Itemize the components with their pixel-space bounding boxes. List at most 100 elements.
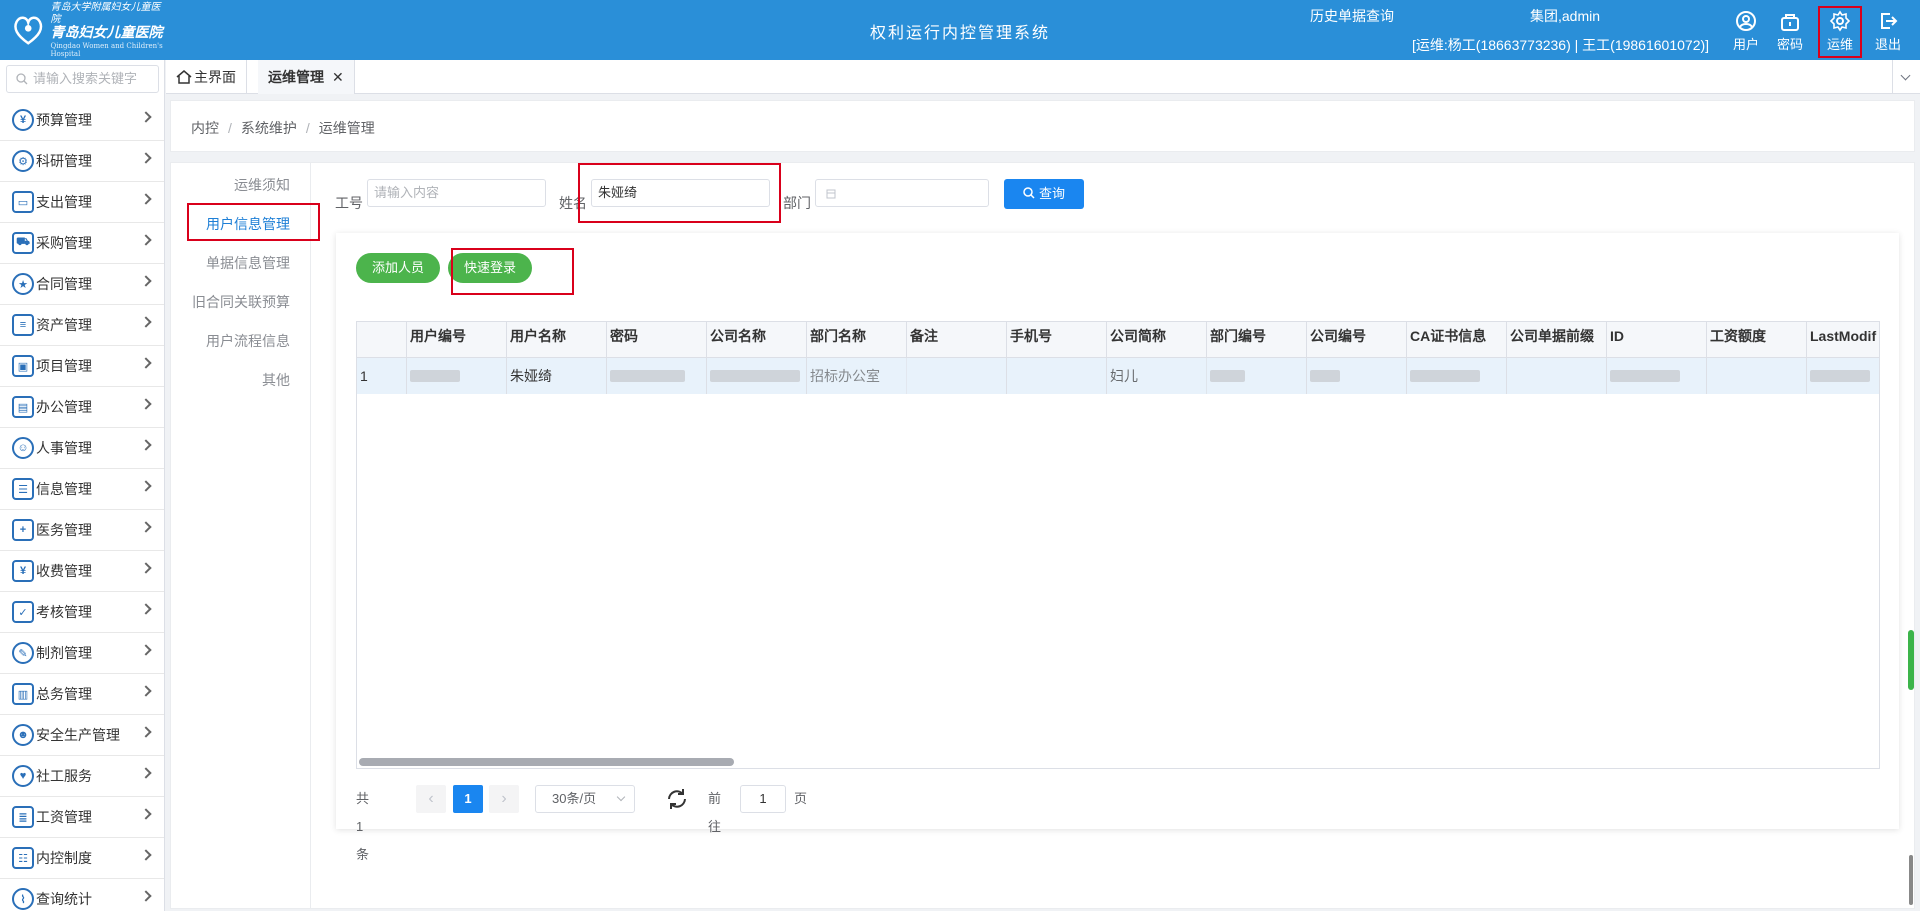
page-scrollbar[interactable] <box>1909 855 1913 905</box>
prev-page-button[interactable]: ‹ <box>416 785 446 813</box>
tabs-dropdown[interactable] <box>1892 60 1920 94</box>
close-icon[interactable]: ✕ <box>332 69 344 85</box>
column-header-index <box>357 322 407 358</box>
query-button-label: 查询 <box>1038 186 1065 201</box>
subnav-document-info[interactable]: 单据信息管理 <box>206 253 290 273</box>
page-suffix: 页 <box>794 791 808 806</box>
column-header[interactable]: 工资额度 <box>1707 322 1807 358</box>
sidebar-item-project[interactable]: ▣ 项目管理 <box>0 346 164 387</box>
quick-login-button[interactable]: 快速登录 <box>448 253 533 283</box>
subnav-old-contract-budget[interactable]: 旧合同关联预算 <box>192 292 290 312</box>
sidebar-item-label: 医务管理 <box>36 522 92 538</box>
sidebar-item-label: 预算管理 <box>36 112 92 128</box>
subnav-user-info[interactable]: 用户信息管理 <box>206 214 290 234</box>
column-header[interactable]: 公司简称 <box>1107 322 1207 358</box>
column-header[interactable]: 部门编号 <box>1207 322 1307 358</box>
column-header[interactable]: ID <box>1607 322 1707 358</box>
logo-line3: Qingdao Women and Children's Hospital <box>50 41 163 58</box>
dept-select[interactable] <box>815 179 989 207</box>
chevron-right-icon <box>140 521 152 533</box>
column-header[interactable]: 公司编号 <box>1307 322 1407 358</box>
sidebar-item-statistics[interactable]: ⌇ 查询统计 <box>0 879 164 911</box>
job-no-input[interactable]: 请输入内容 <box>367 179 546 207</box>
next-page-button[interactable]: › <box>489 785 519 813</box>
page-number[interactable]: 1 <box>453 785 483 813</box>
chevron-right-icon <box>140 316 152 328</box>
gear-icon <box>1829 10 1851 32</box>
breadcrumb-item[interactable]: 系统维护 <box>241 120 297 136</box>
sidebar-item-salary[interactable]: ≣ 工资管理 <box>0 797 164 838</box>
sidebar-item-purchase[interactable]: ⛟ 采购管理 <box>0 223 164 264</box>
yen-icon: ¥ <box>12 560 34 582</box>
sidebar-item-medical[interactable]: + 医务管理 <box>0 510 164 551</box>
chevron-right-icon <box>140 439 152 451</box>
sidebar-item-info[interactable]: ☰ 信息管理 <box>0 469 164 510</box>
rules-icon: ☷ <box>12 847 34 869</box>
sidebar-item-social-work[interactable]: ♥ 社工服务 <box>0 756 164 797</box>
cart-icon: ⛟ <box>12 232 34 254</box>
sidebar-item-internal-rules[interactable]: ☷ 内控制度 <box>0 838 164 879</box>
tab-ops-management[interactable]: 运维管理 ✕ <box>258 60 355 94</box>
sidebar-item-contract[interactable]: ★ 合同管理 <box>0 264 164 305</box>
cell-company-short: 妇儿 <box>1107 358 1207 394</box>
sidebar-item-office[interactable]: ▤ 办公管理 <box>0 387 164 428</box>
sidebar-item-label: 支出管理 <box>36 194 92 210</box>
column-header[interactable]: 用户编号 <box>407 322 507 358</box>
sidebar-menu: ¥ 预算管理 ⚙ 科研管理 ▭ 支出管理 ⛟ 采购管理 ★ 合同管理 ≡ 资产管理 ▣ 项目管… <box>0 100 164 911</box>
cell-last-modified <box>1807 358 1879 394</box>
dept-label: 部门 <box>783 195 811 211</box>
subnav-ops-notice[interactable]: 运维须知 <box>234 175 290 195</box>
column-header[interactable]: 密码 <box>607 322 707 358</box>
password-button[interactable]: 密码 <box>1768 8 1812 54</box>
column-header[interactable]: 公司单据前缀 <box>1507 322 1607 358</box>
refresh-icon[interactable] <box>664 786 690 812</box>
column-header[interactable]: 手机号 <box>1007 322 1107 358</box>
history-query-link[interactable]: 历史单据查询 <box>1310 6 1394 26</box>
add-user-button[interactable]: 添加人员 <box>356 253 441 283</box>
support-contact-info: [运维:杨工(18663773236) | 王工(19861601072)] <box>1412 37 1710 53</box>
main-content: 运维须知 用户信息管理 单据信息管理 旧合同关联预算 用户流程信息 其他 工号 … <box>170 162 1915 909</box>
tabs-bar: 主界面 运维管理 ✕ <box>166 60 1920 94</box>
name-input[interactable]: 朱娅绮 <box>591 179 770 207</box>
tab-home[interactable]: 主界面 <box>166 60 247 94</box>
column-header[interactable]: CA证书信息 <box>1407 322 1507 358</box>
sidebar-item-general-affairs[interactable]: ▥ 总务管理 <box>0 674 164 715</box>
user-button[interactable]: 用户 <box>1724 8 1768 54</box>
column-header[interactable]: 公司名称 <box>707 322 807 358</box>
sidebar-item-assessment[interactable]: ✓ 考核管理 <box>0 592 164 633</box>
lock-icon <box>1781 14 1799 31</box>
chevron-right-icon <box>140 275 152 287</box>
table-horizontal-scrollbar[interactable] <box>359 758 734 766</box>
subnav-user-flow[interactable]: 用户流程信息 <box>206 331 290 351</box>
breadcrumb-item[interactable]: 内控 <box>191 120 219 136</box>
sidebar-item-preparation[interactable]: ✎ 制剂管理 <box>0 633 164 674</box>
sidebar-item-research[interactable]: ⚙ 科研管理 <box>0 141 164 182</box>
goto-page-input[interactable]: 1 <box>740 785 786 813</box>
table-row[interactable]: 1 朱娅绮 招标办公室 妇儿 <box>357 358 1879 394</box>
page-size-select[interactable]: 30条/页 <box>535 785 635 813</box>
cell-user-id <box>407 358 507 394</box>
chevron-right-icon <box>140 562 152 574</box>
subnav-other[interactable]: 其他 <box>262 370 290 390</box>
pagination-total: 共 1 条 <box>356 791 370 862</box>
breadcrumb: 内控 / 系统维护 / 运维管理 <box>191 120 375 136</box>
column-header[interactable]: 备注 <box>907 322 1007 358</box>
sidebar-item-budget[interactable]: ¥ 预算管理 <box>0 100 164 141</box>
sidebar-item-billing[interactable]: ¥ 收费管理 <box>0 551 164 592</box>
ops-button[interactable]: 运维 <box>1818 6 1862 58</box>
page-scroll-indicator[interactable] <box>1908 630 1914 690</box>
logo-icon <box>14 16 43 45</box>
sidebar: 请输入搜索关键字 ¥ 预算管理 ⚙ 科研管理 ▭ 支出管理 ⛟ 采购管理 ★ 合同管理 ≡… <box>0 60 165 911</box>
sidebar-item-hr[interactable]: ☺ 人事管理 <box>0 428 164 469</box>
sidebar-search-input[interactable]: 请输入搜索关键字 <box>6 65 159 93</box>
sidebar-item-expense[interactable]: ▭ 支出管理 <box>0 182 164 223</box>
logo-line1: 青岛大学附属妇女儿童医院 <box>50 2 161 25</box>
sidebar-item-label: 采购管理 <box>36 235 92 251</box>
query-button[interactable]: 查询 <box>1004 179 1084 209</box>
column-header[interactable]: 用户名称 <box>507 322 607 358</box>
column-header[interactable]: 部门名称 <box>807 322 907 358</box>
sidebar-item-safety[interactable]: ☻ 安全生产管理 <box>0 715 164 756</box>
logout-button[interactable]: 退出 <box>1866 8 1910 54</box>
sidebar-item-assets[interactable]: ≡ 资产管理 <box>0 305 164 346</box>
column-header[interactable]: LastModif <box>1807 322 1879 358</box>
